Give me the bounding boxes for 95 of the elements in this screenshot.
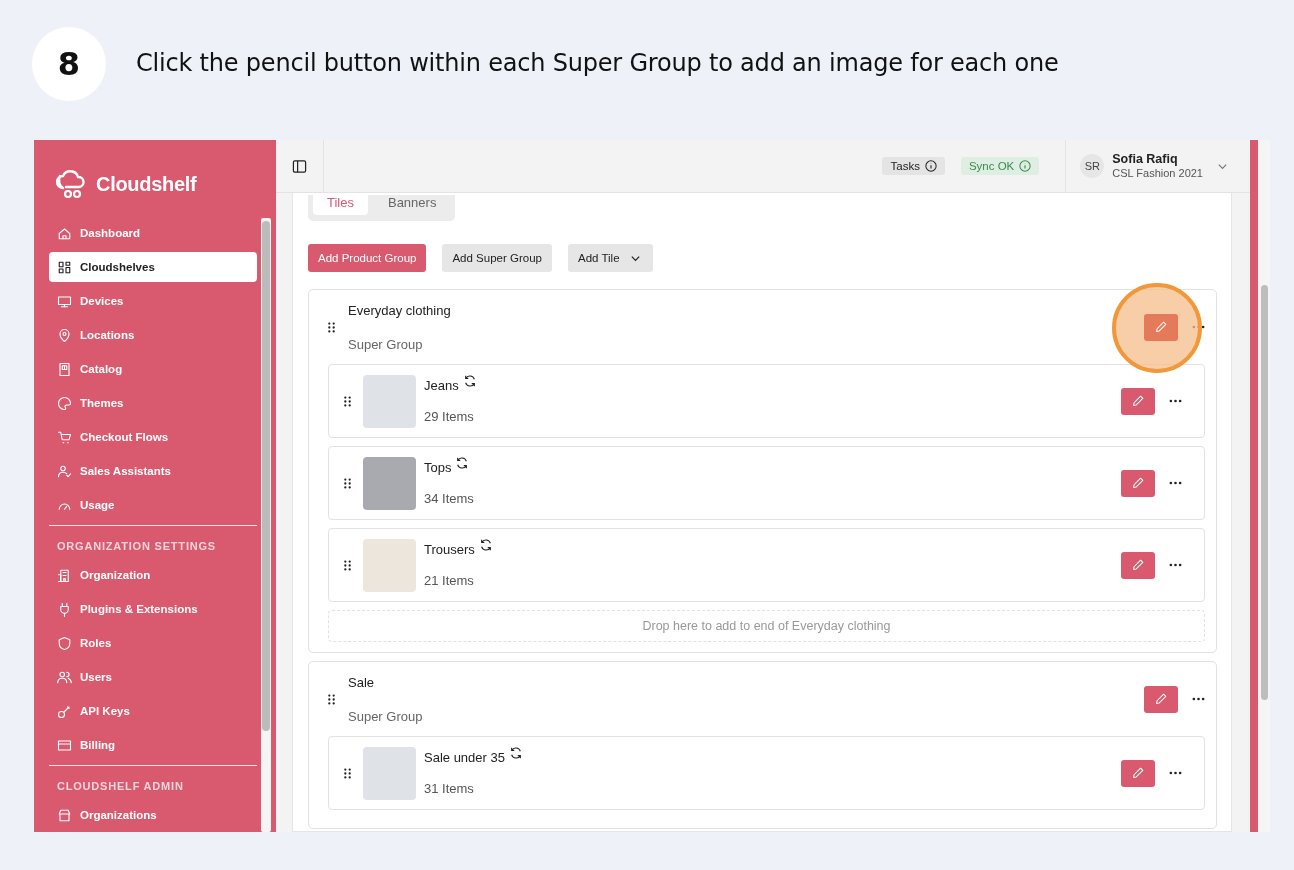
- pencil-icon: [1131, 476, 1145, 490]
- brand-name: Cloudshelf: [96, 172, 197, 196]
- card-icon: [57, 737, 72, 753]
- photo-placeholder: [363, 746, 416, 800]
- sidebar-item[interactable]: Checkout Flows: [49, 422, 257, 452]
- more-icon[interactable]: [1169, 399, 1182, 403]
- item-count: 34 Items: [424, 491, 475, 506]
- building-icon: [57, 567, 72, 583]
- palette-icon: [57, 395, 72, 411]
- scrollbar[interactable]: [261, 218, 271, 832]
- product-group-name: Jeans: [424, 378, 459, 393]
- product-group-name: Tops: [424, 460, 452, 475]
- add-product-group-button[interactable]: Add Product Group: [308, 244, 427, 272]
- cart-icon: [57, 429, 72, 445]
- sidebar-item[interactable]: Devices: [49, 286, 257, 316]
- sidebar-item[interactable]: Users: [49, 662, 257, 692]
- group-title: Sale: [348, 674, 376, 690]
- plug-icon: [57, 601, 72, 617]
- info-icon: [1019, 160, 1032, 172]
- more-icon[interactable]: [1192, 697, 1205, 701]
- sidebar-item[interactable]: Catalog: [49, 354, 257, 384]
- photo-placeholder: [363, 538, 416, 592]
- sidebar-item[interactable]: Roles: [49, 628, 257, 658]
- add-super-group-button[interactable]: Add Super Group: [442, 244, 552, 272]
- dropdown-button[interactable]: Add Tile: [567, 244, 653, 272]
- pencil-icon: [1131, 558, 1145, 572]
- scrollbar-thumb[interactable]: [1260, 285, 1268, 700]
- edit-button[interactable]: [1121, 759, 1155, 787]
- sidebar-item[interactable]: Cloudshelves: [49, 252, 257, 282]
- sidebar-item[interactable]: Organizations: [49, 800, 257, 830]
- pencil-icon: [1131, 766, 1145, 780]
- users-icon: [57, 669, 72, 685]
- photo-placeholder: [363, 456, 416, 510]
- group-type: Super Group: [348, 708, 424, 724]
- edit-button[interactable]: [1121, 551, 1155, 579]
- home-icon: [57, 225, 72, 241]
- tab[interactable]: Banners: [373, 195, 451, 215]
- item-count: 21 Items: [424, 573, 475, 588]
- sidebar-item[interactable]: Dashboard: [49, 218, 257, 248]
- person-icon: [57, 463, 72, 479]
- sidebar-item[interactable]: Billing: [49, 730, 257, 760]
- edit-button[interactable]: [1121, 387, 1155, 415]
- drop-zone[interactable]: Drop here to add to end of Everyday clothing: [328, 610, 1205, 642]
- pencil-icon: [1131, 394, 1145, 408]
- refresh-icon: [455, 456, 470, 470]
- refresh-icon: [462, 374, 477, 388]
- sidebar-toggle-icon[interactable]: [292, 158, 307, 174]
- grid-icon: [57, 259, 72, 275]
- tab[interactable]: Tiles: [313, 195, 368, 215]
- drag-handle-icon[interactable]: [328, 321, 335, 333]
- group-type: Super Group: [348, 336, 424, 352]
- section-heading: CLOUDSHELF ADMIN: [56, 780, 185, 792]
- pencil-icon: [1154, 692, 1168, 706]
- sidebar-item[interactable]: Themes: [49, 388, 257, 418]
- sidebar-item[interactable]: API Keys: [49, 696, 257, 726]
- product-group-name: Trousers: [424, 542, 475, 557]
- drag-handle-icon[interactable]: [344, 477, 351, 489]
- sync-status-button[interactable]: Sync OK: [960, 157, 1040, 175]
- edit-button[interactable]: [1121, 469, 1155, 497]
- avatar: SR: [1080, 154, 1105, 178]
- item-count: 29 Items: [424, 409, 475, 424]
- step-number: 8: [32, 27, 106, 101]
- pin-icon: [57, 327, 72, 343]
- store-icon: [57, 807, 72, 823]
- cloud-cart-logo-icon: [56, 168, 88, 200]
- drag-handle-icon[interactable]: [344, 767, 351, 779]
- more-icon[interactable]: [1169, 563, 1182, 567]
- photo-placeholder: [363, 374, 416, 428]
- tasks-button[interactable]: Tasks: [882, 157, 945, 175]
- refresh-icon: [508, 746, 523, 760]
- edit-button[interactable]: [1144, 685, 1178, 713]
- organization-name: CSL Fashion 2021: [1112, 166, 1203, 180]
- sidebar-item[interactable]: Locations: [49, 320, 257, 350]
- book-icon: [57, 361, 72, 377]
- sidebar-item[interactable]: Sales Assistants: [49, 456, 257, 486]
- pencil-icon: [1154, 320, 1168, 334]
- more-icon[interactable]: [1169, 481, 1182, 485]
- monitor-icon: [57, 293, 72, 309]
- drag-handle-icon[interactable]: [344, 559, 351, 571]
- drag-handle-icon[interactable]: [328, 693, 335, 705]
- group-title: Everyday clothing: [348, 302, 452, 318]
- item-count: 31 Items: [424, 781, 475, 796]
- key-icon: [57, 703, 72, 719]
- user-name: Sofia Rafiq: [1112, 152, 1179, 166]
- shield-icon: [57, 635, 72, 651]
- sidebar-item[interactable]: Usage: [49, 490, 257, 520]
- more-icon[interactable]: [1169, 771, 1182, 775]
- refresh-icon: [478, 538, 493, 552]
- drag-handle-icon[interactable]: [344, 395, 351, 407]
- section-heading: ORGANIZATION SETTINGS: [56, 540, 217, 552]
- sidebar-item[interactable]: Organization: [49, 560, 257, 590]
- info-icon: [924, 160, 937, 172]
- product-group-name: Sale under 35: [424, 750, 505, 765]
- instruction-text: Click the pencil button within each Super Group to add an image for each one: [136, 49, 1059, 77]
- sidebar-item[interactable]: Plugins & Extensions: [49, 594, 257, 624]
